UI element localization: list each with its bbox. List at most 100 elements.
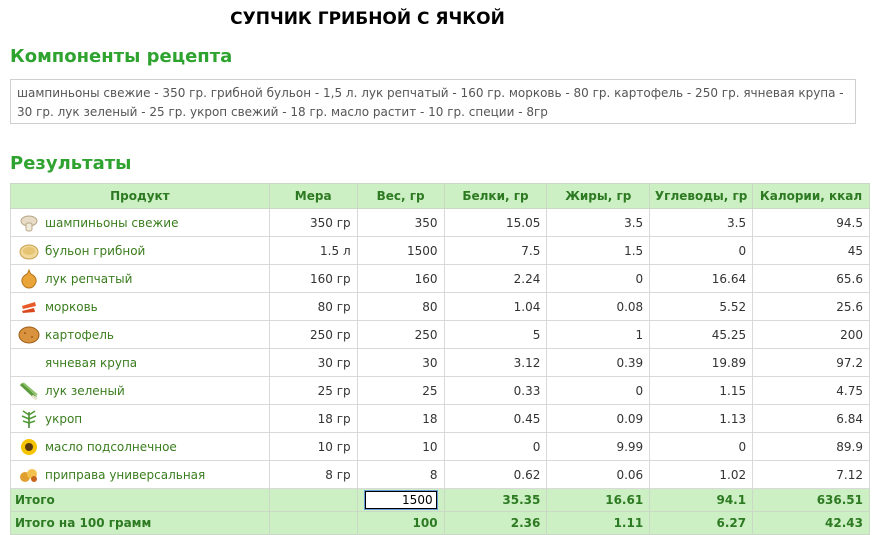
protein-cell: 0.62 (443, 460, 548, 489)
fat-cell: 0 (546, 376, 651, 405)
product-link[interactable]: шампиньоны свежие (45, 216, 178, 230)
fat-cell: 9.99 (546, 432, 651, 461)
kcal-cell: 7.12 (752, 460, 870, 489)
fat-cell: 0 (546, 264, 651, 293)
weight-cell: 18 (356, 404, 445, 433)
weight-cell: 250 (356, 320, 445, 349)
measure-cell: 25 гр (268, 376, 358, 405)
product-link[interactable]: морковь (45, 300, 98, 314)
measure-cell: 18 гр (268, 404, 358, 433)
per100-carbs: 6.27 (649, 511, 754, 535)
table-row: ячневая крупа 30 гр 30 3.12 0.39 19.89 97.2 (10, 348, 870, 377)
total-protein: 35.35 (443, 488, 548, 512)
total-kcal: 636.51 (752, 488, 870, 512)
total-measure-cell (268, 488, 358, 512)
carbs-cell: 1.15 (649, 376, 754, 405)
product-link[interactable]: приправа универсальная (45, 468, 205, 482)
fat-cell: 1.5 (546, 236, 651, 265)
kcal-cell: 97.2 (752, 348, 870, 377)
weight-cell: 25 (356, 376, 445, 405)
kcal-cell: 6.84 (752, 404, 870, 433)
per100-measure-cell (268, 511, 358, 535)
carbs-cell: 1.02 (649, 460, 754, 489)
product-link[interactable]: масло подсолнечное (45, 440, 177, 454)
carbs-cell: 16.64 (649, 264, 754, 293)
table-row: лук репчатый 160 гр 160 2.24 0 16.64 65.6 (10, 264, 870, 293)
weight-cell: 30 (356, 348, 445, 377)
measure-cell: 80 гр (268, 292, 358, 321)
kcal-cell: 4.75 (752, 376, 870, 405)
product-link[interactable]: лук зеленый (45, 384, 125, 398)
protein-cell: 0 (443, 432, 548, 461)
fat-cell: 0.09 (546, 404, 651, 433)
sunflower-oil-icon (17, 436, 41, 458)
measure-cell: 8 гр (268, 460, 358, 489)
product-cell: картофель (10, 320, 270, 349)
potato-icon (17, 324, 41, 346)
carrot-icon (17, 296, 41, 318)
kcal-cell: 94.5 (752, 208, 870, 237)
weight-cell: 160 (356, 264, 445, 293)
kcal-cell: 25.6 (752, 292, 870, 321)
mushroom-icon (17, 212, 41, 234)
col-header-measure: Мера (268, 183, 358, 209)
kcal-cell: 200 (752, 320, 870, 349)
table-row: лук зеленый 25 гр 25 0.33 0 1.15 4.75 (10, 376, 870, 405)
results-table: Продукт Мера Вес, гр Белки, гр Жиры, гр … (10, 183, 870, 535)
protein-cell: 5 (443, 320, 548, 349)
onion-icon (17, 268, 41, 290)
protein-cell: 2.24 (443, 264, 548, 293)
product-cell: лук зеленый (10, 376, 270, 405)
carbs-cell: 45.25 (649, 320, 754, 349)
product-link[interactable]: картофель (45, 328, 114, 342)
spices-icon (17, 464, 41, 486)
measure-cell: 10 гр (268, 432, 358, 461)
table-row: приправа универсальная 8 гр 8 0.62 0.06 1.02 7… (10, 460, 870, 489)
kcal-cell: 65.6 (752, 264, 870, 293)
empty-icon-slot (17, 352, 41, 374)
weight-cell: 80 (356, 292, 445, 321)
product-cell: масло подсолнечное (10, 432, 270, 461)
per100-kcal: 42.43 (752, 511, 870, 535)
table-header-row: Продукт Мера Вес, гр Белки, гр Жиры, гр … (10, 183, 870, 209)
product-cell: шампиньоны свежие (10, 208, 270, 237)
components-heading: Компоненты рецепта (10, 46, 233, 67)
product-link[interactable]: ячневая крупа (45, 356, 137, 370)
protein-cell: 7.5 (443, 236, 548, 265)
broth-icon (17, 240, 41, 262)
weight-cell: 10 (356, 432, 445, 461)
total-weight-input[interactable] (363, 490, 438, 510)
per100-label: Итого на 100 грамм (10, 511, 270, 535)
table-row: бульон грибной 1.5 л 1500 7.5 1.5 0 45 (10, 236, 870, 265)
carbs-cell: 3.5 (649, 208, 754, 237)
product-cell: ячневая крупа (10, 348, 270, 377)
col-header-carbs: Углеводы, гр (649, 183, 754, 209)
col-header-product: Продукт (10, 183, 270, 209)
per100-weight: 100 (356, 511, 445, 535)
fat-cell: 1 (546, 320, 651, 349)
product-link[interactable]: укроп (45, 412, 82, 426)
total-carbs: 94.1 (649, 488, 754, 512)
col-header-kcal: Калории, ккал (752, 183, 870, 209)
product-link[interactable]: лук репчатый (45, 272, 132, 286)
product-link[interactable]: бульон грибной (45, 244, 145, 258)
per100-fat: 1.11 (546, 511, 651, 535)
per100-row: Итого на 100 грамм 100 2.36 1.11 6.27 42… (10, 511, 870, 535)
total-label: Итого (10, 488, 270, 512)
total-fat: 16.61 (546, 488, 651, 512)
page-title: СУПЧИК ГРИБНОЙ С ЯЧКОЙ (230, 9, 505, 29)
table-row: шампиньоны свежие 350 гр 350 15.05 3.5 3.5 94.… (10, 208, 870, 237)
green-onion-icon (17, 380, 41, 402)
weight-cell: 1500 (356, 236, 445, 265)
carbs-cell: 0 (649, 236, 754, 265)
fat-cell: 0.06 (546, 460, 651, 489)
product-cell: морковь (10, 292, 270, 321)
fat-cell: 0.39 (546, 348, 651, 377)
dill-icon (17, 408, 41, 430)
carbs-cell: 19.89 (649, 348, 754, 377)
product-cell: бульон грибной (10, 236, 270, 265)
table-row: укроп 18 гр 18 0.45 0.09 1.13 6.84 (10, 404, 870, 433)
col-header-fat: Жиры, гр (546, 183, 651, 209)
protein-cell: 3.12 (443, 348, 548, 377)
measure-cell: 350 гр (268, 208, 358, 237)
